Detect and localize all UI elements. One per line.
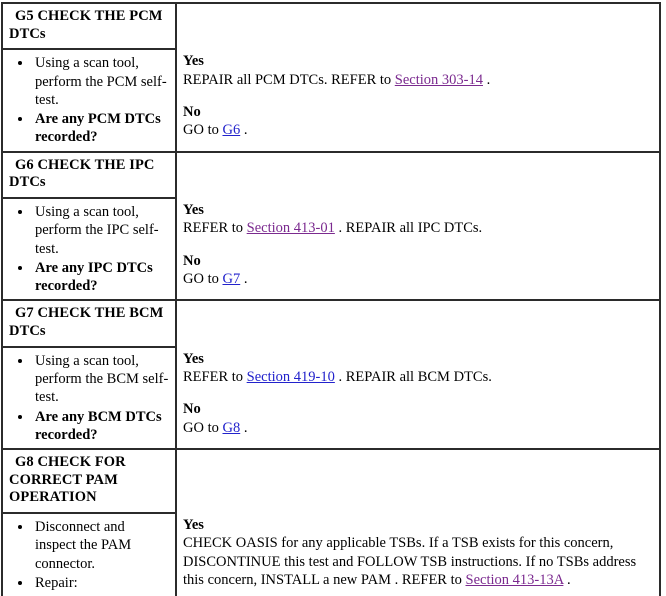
list-item: Disconnect and inspect the PAM connector… — [33, 518, 169, 573]
result-text-post: . — [240, 419, 248, 436]
result-no: No GO to G8 . — [183, 400, 653, 437]
list-item-question: Are any IPC DTCs recorded? — [33, 259, 169, 296]
list-item-question: Are any BCM DTCs recorded? — [33, 408, 169, 445]
result-label: No — [183, 252, 201, 269]
result-text-post: . — [240, 270, 248, 287]
step-actions-cell: Using a scan tool, perform the PCM self-… — [1, 49, 177, 152]
step-results-cell: Yes REFER to Section 419-10 . REPAIR all… — [176, 347, 660, 449]
step-title: G7 CHECK THE BCM DTCs — [9, 305, 164, 340]
section-link[interactable]: Section 419-10 — [247, 369, 335, 385]
step-header-spacer — [176, 3, 660, 49]
step-title: G6 CHECK THE IPC DTCs — [9, 156, 155, 191]
step-header-spacer — [176, 450, 660, 513]
result-label: Yes — [183, 517, 204, 534]
step-actions-cell: Using a scan tool, perform the BCM self-… — [1, 346, 177, 450]
step-header-row: G7 CHECK THE BCM DTCs — [1, 301, 660, 348]
step-title: G8 CHECK FOR CORRECT PAM OPERATION — [9, 454, 126, 506]
step-header-cell: G7 CHECK THE BCM DTCs — [1, 301, 177, 348]
result-text: GO to G8 . — [183, 419, 653, 437]
list-item-question: Are any PCM DTCs recorded? — [33, 110, 169, 147]
step-results-cell: Yes REPAIR all PCM DTCs. REFER to Sectio… — [176, 49, 660, 151]
result-text-post: . — [240, 122, 248, 139]
result-text-pre: REFER to — [183, 369, 247, 386]
result-yes: Yes REFER to Section 419-10 . REPAIR all… — [183, 350, 653, 387]
result-text-pre: REPAIR all PCM DTCs. REFER to — [183, 71, 395, 88]
step-header-row: G5 CHECK THE PCM DTCs — [1, 3, 660, 51]
step-header-spacer — [176, 301, 660, 346]
section-link[interactable]: Section 303-14 — [395, 72, 483, 88]
result-text-pre: GO to — [183, 270, 223, 287]
step-results-cell: Yes REFER to Section 413-01 . REPAIR all… — [176, 198, 660, 300]
result-label: Yes — [183, 202, 204, 219]
result-yes: Yes CHECK OASIS for any applicable TSBs.… — [183, 516, 653, 589]
step-body-row: Using a scan tool, perform the BCM self-… — [1, 346, 660, 450]
result-text-post: . REPAIR all BCM DTCs. — [334, 369, 492, 386]
step-header-row: G6 CHECK THE IPC DTCs — [1, 152, 660, 200]
list-item: Using a scan tool, perform the BCM self-… — [33, 352, 169, 407]
step-link[interactable]: G7 — [222, 271, 240, 287]
result-text-pre: REFER to — [183, 220, 247, 237]
result-text: CHECK OASIS for any applicable TSBs. If … — [183, 534, 653, 589]
actions-list: Using a scan tool, perform the PCM self-… — [3, 54, 175, 146]
step-body-row: Disconnect and inspect the PAM connector… — [1, 513, 660, 596]
step-link[interactable]: G6 — [222, 122, 240, 138]
result-text-pre: GO to — [183, 122, 223, 139]
result-text-pre: GO to — [183, 419, 223, 436]
actions-list: Using a scan tool, perform the IPC self-… — [3, 203, 175, 295]
list-item: Repair: — [33, 574, 169, 592]
list-item: Using a scan tool, perform the PCM self-… — [33, 54, 169, 109]
result-label: Yes — [183, 53, 204, 70]
step-header-cell: G6 CHECK THE IPC DTCs — [1, 152, 177, 200]
step-title: G5 CHECK THE PCM DTCs — [9, 8, 163, 42]
step-header-cell: G5 CHECK THE PCM DTCs — [1, 3, 177, 51]
list-item: Using a scan tool, perform the IPC self-… — [33, 203, 169, 258]
step-actions-cell: Using a scan tool, perform the IPC self-… — [1, 198, 177, 301]
result-no: No GO to G6 . — [183, 103, 653, 140]
result-text: REFER to Section 419-10 . REPAIR all BCM… — [183, 368, 653, 386]
step-actions-cell: Disconnect and inspect the PAM connector… — [1, 513, 177, 596]
section-link[interactable]: Section 413-01 — [247, 220, 335, 236]
result-text-post: . REPAIR all IPC DTCs. — [334, 220, 483, 237]
result-yes: Yes REPAIR all PCM DTCs. REFER to Sectio… — [183, 52, 653, 89]
result-text: REPAIR all PCM DTCs. REFER to Section 30… — [183, 71, 653, 89]
step-link[interactable]: G8 — [222, 420, 240, 436]
step-header-row: G8 CHECK FOR CORRECT PAM OPERATION — [1, 450, 660, 515]
step-body-row: Using a scan tool, perform the PCM self-… — [1, 49, 660, 152]
step-body-row: Using a scan tool, perform the IPC self-… — [1, 198, 660, 301]
section-link[interactable]: Section 413-13A — [466, 572, 564, 588]
actions-list: Disconnect and inspect the PAM connector… — [3, 518, 175, 592]
result-label: No — [183, 401, 201, 418]
step-header-cell: G8 CHECK FOR CORRECT PAM OPERATION — [1, 450, 177, 515]
result-text: GO to G7 . — [183, 270, 653, 288]
result-label: Yes — [183, 350, 204, 367]
result-text: REFER to Section 413-01 . REPAIR all IPC… — [183, 219, 653, 237]
result-text: GO to G6 . — [183, 121, 653, 139]
result-no: No GO to G7 . — [183, 252, 653, 289]
pinpoint-test-document: G5 CHECK THE PCM DTCs Using a scan tool,… — [0, 2, 661, 596]
result-text-post: . — [563, 571, 571, 588]
result-text-post: . — [482, 71, 491, 88]
step-header-spacer — [176, 153, 660, 198]
result-yes: Yes REFER to Section 413-01 . REPAIR all… — [183, 201, 653, 238]
result-label: No — [183, 103, 201, 120]
pinpoint-test-table: G5 CHECK THE PCM DTCs Using a scan tool,… — [1, 2, 661, 596]
table-body: G5 CHECK THE PCM DTCs Using a scan tool,… — [1, 3, 660, 596]
step-results-cell: Yes CHECK OASIS for any applicable TSBs.… — [176, 513, 660, 596]
actions-list: Using a scan tool, perform the BCM self-… — [3, 352, 175, 444]
